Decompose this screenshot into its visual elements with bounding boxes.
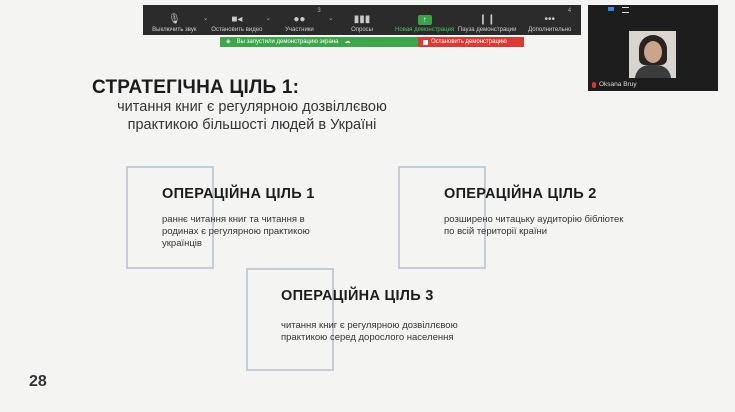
view-controls [608, 7, 629, 13]
participants-count: 3 [317, 8, 321, 14]
page-number: 28 [29, 373, 47, 390]
muted-microphone-icon [592, 81, 596, 88]
participants-icon: ●● [293, 14, 306, 25]
polls-button[interactable]: ▮▮▮ Опросы [331, 5, 394, 35]
sharing-indicator: ◈ Вы запустили демонстрацию экрана ☁ [220, 37, 418, 47]
share-screen-icon: ↑ [417, 15, 432, 25]
share-status-bar: ◈ Вы запустили демонстрацию экрана ☁ Ост… [220, 37, 524, 47]
op-goal-title: ОПЕРАЦІЙНА ЦІЛЬ 1 [162, 186, 315, 202]
more-count: 4 [567, 8, 572, 14]
participant-name: Oksana Bruy [599, 81, 637, 88]
strategic-goal-title: СТРАТЕГІЧНА ЦІЛЬ 1: [92, 77, 300, 98]
stop-share-button[interactable]: Остановить демонстрацию [418, 37, 524, 47]
participant-face [644, 41, 662, 63]
stop-share-label: Остановить демонстрацию [431, 39, 507, 45]
participants-button[interactable]: ●● 3 Участники ⌄ [268, 5, 334, 35]
video-thumbnail-panel[interactable]: Oksana Bruy [588, 5, 718, 91]
participant-name-label: Oksana Bruy [592, 81, 637, 88]
share-message: Вы запустили демонстрацию экрана [236, 39, 339, 45]
op-goal-title: ОПЕРАЦІЙНА ЦІЛЬ 3 [281, 288, 434, 304]
strategic-goal-subtitle: читання книг є регулярною дозвіллєвою пр… [117, 99, 387, 133]
pause-icon: ❙❙ [478, 14, 496, 25]
microphone-icon: 🎙 [167, 14, 181, 25]
meeting-toolbar: 🎙 Выключить звук ⌄ ■◂ Остановить видео ⌄… [143, 5, 581, 35]
polls-icon: ▮▮▮ [353, 14, 371, 25]
mute-button[interactable]: 🎙 Выключить звук ⌄ [143, 5, 208, 35]
video-camera-icon: ■◂ [231, 14, 243, 25]
participant-body [635, 65, 671, 78]
more-button[interactable]: ••• 4 Дополнительно [518, 5, 581, 35]
stop-video-button[interactable]: ■◂ Остановить видео ⌄ [206, 5, 271, 35]
shield-icon: ◈ [226, 39, 231, 45]
more-icon: ••• [544, 14, 556, 25]
stop-icon [423, 39, 428, 45]
pause-share-button[interactable]: ❙❙ Пауза демонстрации [456, 5, 519, 35]
view-switch-icon[interactable] [608, 7, 614, 11]
menu-icon[interactable] [622, 7, 629, 13]
op-goal-text: читання книг є регулярною дозвіллєвою пр… [281, 320, 458, 343]
new-share-button[interactable]: ↑ Новая демонстрация [393, 5, 456, 35]
op-goal-text: розширено читацьку аудиторію бібліотек п… [444, 214, 624, 237]
op-goal-title: ОПЕРАЦІЙНА ЦІЛЬ 2 [444, 186, 597, 202]
participant-video [629, 31, 676, 78]
cloud-icon: ☁ [344, 39, 351, 45]
op-goal-text: раннє читання книг та читання в родинах … [162, 214, 310, 249]
